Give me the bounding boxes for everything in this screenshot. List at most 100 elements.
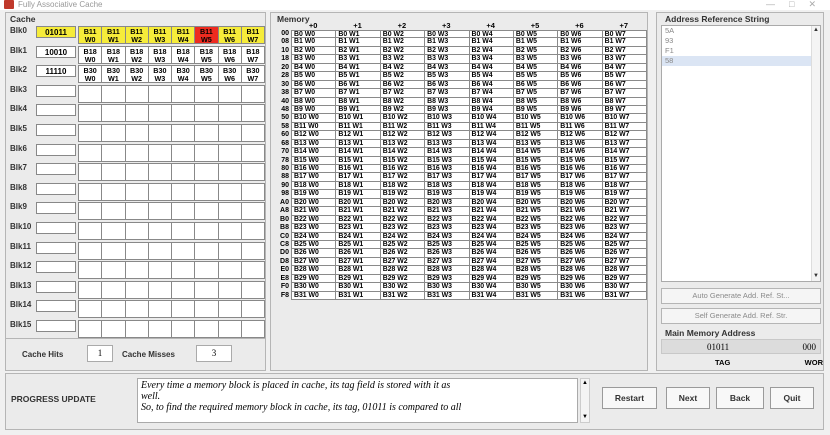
cache-block-label: Blk2 — [10, 65, 27, 75]
app-icon — [4, 0, 14, 9]
address-ref-item[interactable]: 5A — [662, 26, 820, 36]
memory-address: 00 — [281, 30, 289, 37]
auto-generate-button[interactable]: Auto Generate Add. Ref. St... — [661, 288, 821, 304]
memory-address: B8 — [280, 224, 289, 232]
memory-cell: B12 W4 — [469, 131, 514, 140]
memory-cell: B11 W2 — [380, 122, 426, 132]
memory-offset: +2 — [397, 21, 407, 30]
memory-cell: B6 W0 — [291, 80, 337, 90]
minimize-icon[interactable]: — — [766, 0, 775, 9]
memory-cell: B0 W1 — [336, 30, 381, 39]
memory-row: B8 B23 W0 B23 W1 B23 W2 B23 W3 B23 W4 B23 W5 B2… — [275, 224, 647, 233]
memory-address: D0 — [280, 249, 289, 257]
cache-word — [172, 84, 196, 103]
scroll-down-icon[interactable]: ▼ — [581, 413, 589, 422]
memory-row: 30 B6 W0 B6 W1 B6 W2 B6 W3 B6 W4 B6 W5 B6 W6 B6 … — [275, 80, 647, 90]
memory-cell: B3 W6 — [558, 55, 603, 64]
next-button[interactable]: Next — [666, 387, 710, 409]
memory-cell: B3 W2 — [380, 55, 426, 64]
cache-word — [125, 143, 149, 162]
cache-word — [218, 222, 242, 240]
main-memory-address-title: Main Memory Address — [665, 328, 756, 338]
memory-cell: B27 W6 — [558, 257, 603, 267]
memory-cell: B6 W5 — [513, 80, 559, 90]
scroll-up-icon[interactable]: ▲ — [581, 379, 589, 388]
memory-offset: +4 — [486, 21, 495, 30]
address-ref-item[interactable]: 58 — [662, 56, 820, 66]
memory-cell: B29 W0 — [291, 274, 337, 284]
cache-words — [78, 182, 265, 201]
memory-address: A0 — [280, 198, 289, 206]
self-generate-button[interactable]: Self Generate Add. Ref. Str. — [661, 308, 821, 324]
memory-cell: B15 W3 — [425, 156, 470, 165]
memory-cell: B11 W4 — [469, 122, 514, 132]
memory-address: 80 — [281, 165, 289, 172]
back-button[interactable]: Back — [716, 387, 764, 409]
memory-cell: B30 W1 — [336, 283, 381, 292]
cache-word — [125, 222, 149, 240]
cache-word: B11 W0 — [78, 26, 103, 44]
cache-word — [148, 280, 172, 299]
memory-cell: B28 W7 — [602, 266, 647, 275]
memory-cell: B1 W2 — [380, 38, 426, 47]
cache-word — [241, 320, 265, 338]
memory-cell: B10 W2 — [380, 114, 426, 123]
memory-cell: B13 W0 — [291, 139, 337, 149]
cache-block-label: Blk0 — [10, 26, 27, 35]
cache-tag: 11110 — [36, 65, 76, 78]
memory-cell: B19 W1 — [336, 190, 381, 199]
quit-button[interactable]: Quit — [770, 387, 814, 409]
address-list-scrollbar[interactable]: ▲ ▼ — [811, 26, 820, 281]
memory-cell: B22 W3 — [425, 215, 470, 225]
memory-cell: B27 W5 — [513, 257, 559, 267]
progress-scrollbar[interactable]: ▲ ▼ — [580, 378, 590, 423]
restart-button[interactable]: Restart — [602, 387, 657, 409]
memory-row: 78 B15 W0 B15 W1 B15 W2 B15 W3 B15 W4 B15 W5 B1… — [275, 156, 647, 165]
memory-cell: B12 W3 — [425, 131, 470, 140]
memory-address: 40 — [281, 97, 289, 105]
memory-cell: B9 W5 — [513, 105, 559, 115]
memory-row: 20 B4 W0 B4 W1 B4 W2 B4 W3 B4 W4 B4 W5 B4 W6 B4 … — [275, 63, 647, 73]
memory-cell: B28 W4 — [469, 266, 514, 275]
cache-word — [241, 300, 265, 319]
memory-offset: +3 — [442, 21, 451, 30]
memory-cell: B23 W6 — [558, 224, 603, 233]
memory-cell: B22 W0 — [291, 215, 337, 225]
progress-text[interactable]: Every time a memory block is placed in c… — [137, 378, 578, 423]
memory-address: 90 — [281, 181, 289, 189]
memory-cell: B23 W4 — [469, 224, 514, 233]
cache-word — [125, 261, 149, 280]
memory-cell: B10 W6 — [558, 114, 603, 123]
close-icon[interactable]: ✕ — [808, 0, 816, 9]
memory-cell: B24 W0 — [291, 232, 337, 241]
memory-cell: B7 W6 — [558, 89, 603, 98]
memory-row: 38 B7 W0 B7 W1 B7 W2 B7 W3 B7 W4 B7 W5 B7 W6 B7 … — [275, 89, 647, 98]
cache-word — [195, 202, 219, 221]
address-ref-title: Address Reference String — [665, 14, 770, 24]
cache-word — [78, 222, 103, 240]
memory-cell: B10 W7 — [602, 114, 647, 123]
cache-word — [218, 280, 242, 299]
cache-word — [241, 143, 265, 162]
memory-cell: B5 W1 — [336, 72, 381, 81]
maximize-icon[interactable]: □ — [789, 0, 794, 9]
cache-words: B30 W0 B30 W1 B30 W2 B30 W3 B30 W4 B30 W5 B30 … — [78, 65, 265, 84]
memory-cell: B15 W6 — [558, 156, 603, 165]
memory-cell: B5 W7 — [602, 72, 647, 81]
cache-word — [218, 143, 242, 162]
address-ref-item[interactable]: F1 — [662, 46, 820, 56]
memory-cell: B29 W4 — [469, 274, 514, 284]
cache-word — [218, 261, 242, 280]
memory-cell: B25 W1 — [336, 240, 381, 250]
scroll-down-icon[interactable]: ▼ — [812, 272, 820, 281]
memory-cell: B20 W4 — [469, 198, 514, 208]
memory-cell: B16 W7 — [602, 165, 647, 174]
address-ref-list[interactable]: 5A 93 F1 58 ▲ ▼ — [661, 25, 821, 282]
address-ref-item[interactable]: 93 — [662, 36, 820, 46]
cache-word — [218, 300, 242, 319]
cache-block-label: Blk13 — [10, 280, 32, 290]
scroll-up-icon[interactable]: ▲ — [812, 26, 820, 35]
memory-cell: B3 W1 — [336, 55, 381, 64]
memory-address: C8 — [280, 240, 289, 248]
memory-cell: B4 W5 — [513, 63, 559, 73]
